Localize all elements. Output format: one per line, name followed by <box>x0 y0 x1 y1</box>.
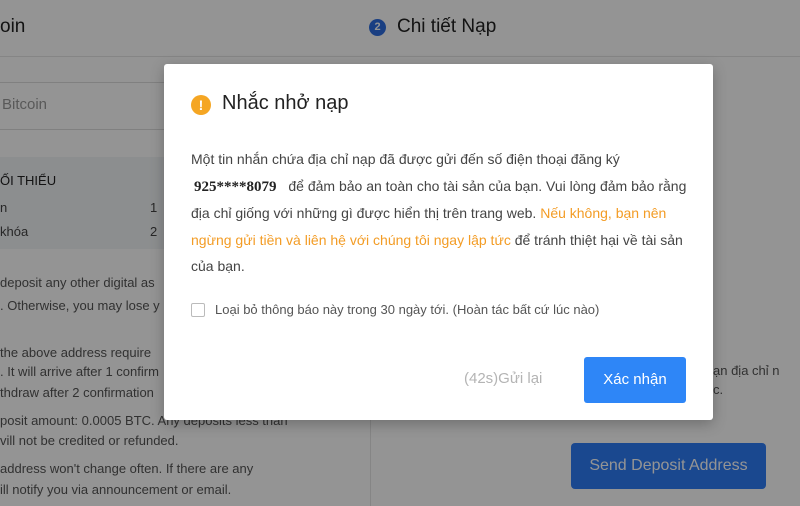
deposit-reminder-dialog: ! Nhắc nhở nạp Một tin nhắn chứa địa chỉ… <box>164 64 713 420</box>
message-text: Một tin nhắn chứa địa chỉ nạp đã được gử… <box>191 151 620 167</box>
dismiss-30-days-option[interactable]: Loại bỏ thông báo này trong 30 ngày tới.… <box>191 302 599 317</box>
warning-icon: ! <box>191 95 211 115</box>
phone-number: 925****8079 <box>194 178 277 195</box>
resend-button[interactable]: (42s)Gửi lại <box>464 370 542 387</box>
dismiss-checkbox[interactable] <box>191 303 205 317</box>
dialog-message: Một tin nhắn chứa địa chỉ nạp đã được gử… <box>191 146 691 280</box>
dismiss-checkbox-label: Loại bỏ thông báo này trong 30 ngày tới.… <box>215 302 600 317</box>
dialog-title: Nhắc nhở nạp <box>222 92 349 114</box>
confirm-button[interactable]: Xác nhận <box>584 357 686 403</box>
